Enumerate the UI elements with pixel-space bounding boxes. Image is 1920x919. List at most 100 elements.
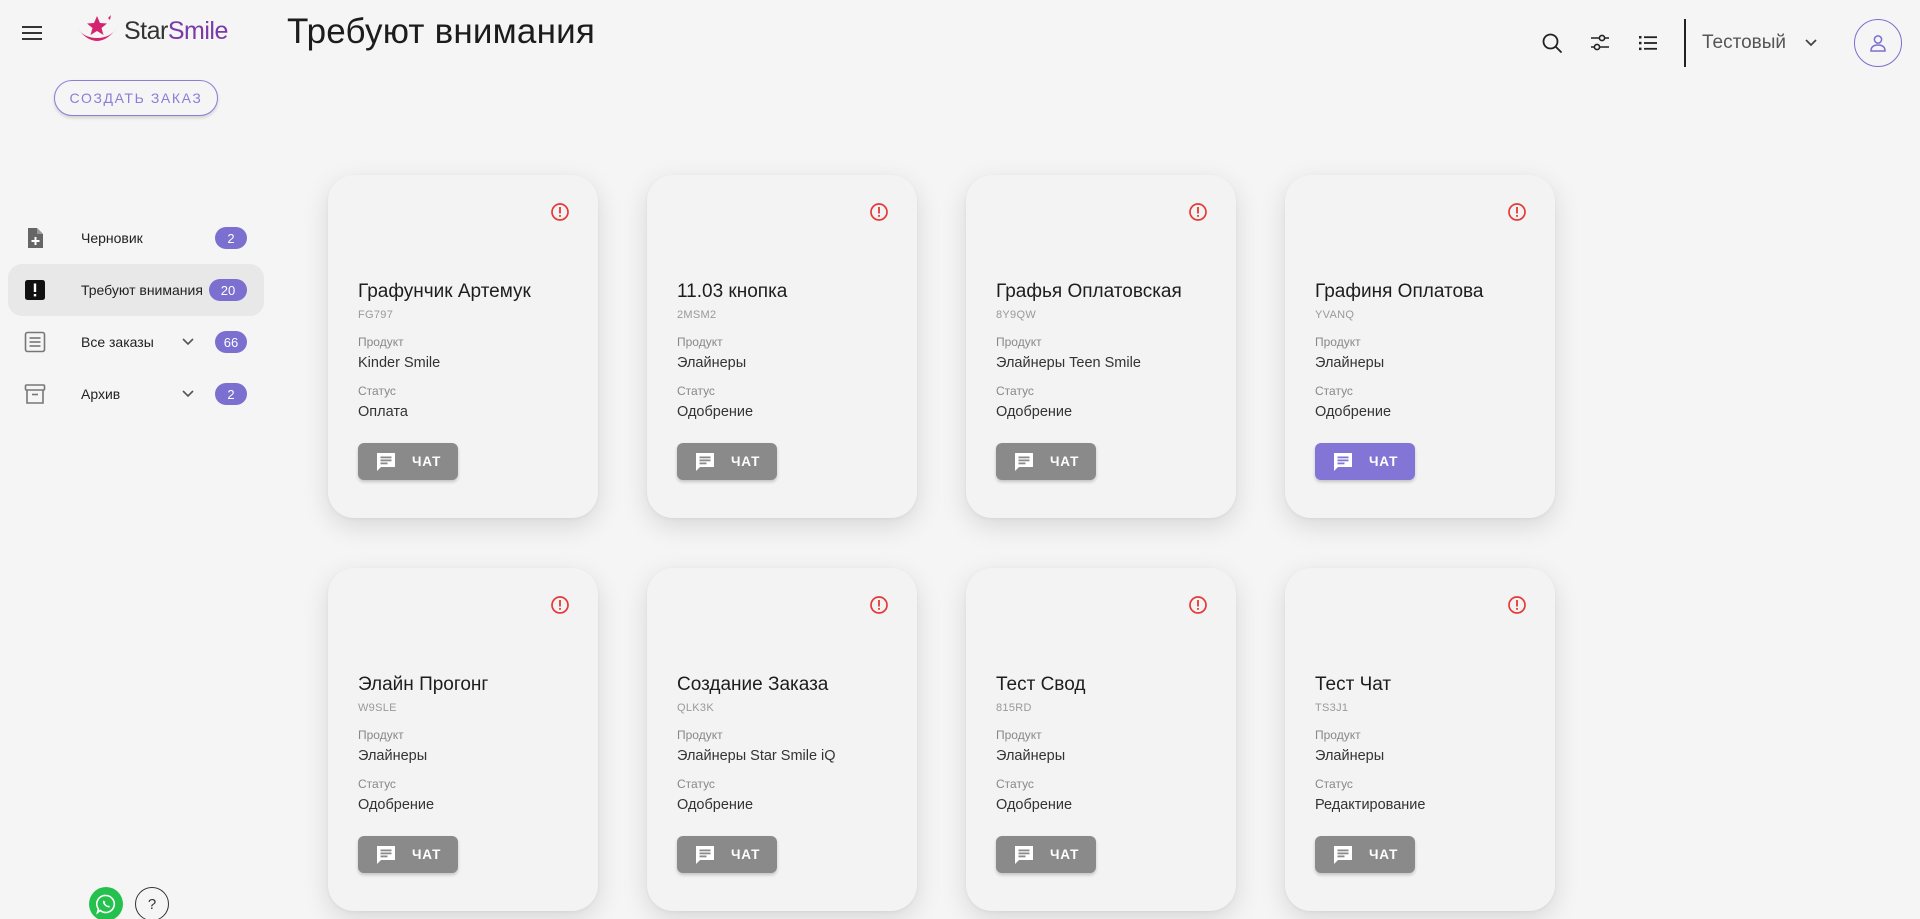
chat-message-icon <box>377 452 395 471</box>
list-document-icon <box>24 331 46 353</box>
user-icon <box>1870 35 1886 52</box>
sidebar-item-all-orders[interactable]: Все заказы 66 <box>8 316 264 368</box>
order-patient-name: Элайн Прогонг <box>358 674 489 695</box>
status-value: Одобрение <box>996 797 1073 813</box>
hamburger-menu-icon[interactable] <box>22 22 46 42</box>
chat-message-icon <box>1015 452 1033 471</box>
sidebar-nav: Черновик 2 Требуют внимания 20 Все заказ… <box>8 212 264 420</box>
order-code: TS3J1 <box>1315 702 1349 714</box>
chat-button-label: ЧАТ <box>731 847 761 862</box>
order-card[interactable]: Тест Чат TS3J1 Продукт Элайнеры Статус Р… <box>1285 568 1555 911</box>
chat-message-icon <box>696 845 714 864</box>
product-value: Kinder Smile <box>358 355 441 371</box>
sidebar-item-attention[interactable]: Требуют внимания 20 <box>8 264 264 316</box>
product-value: Элайнеры <box>996 748 1066 764</box>
chat-message-icon <box>1015 845 1033 864</box>
orders-grid: Графунчик Артемук FG797 Продукт Kinder S… <box>328 175 1555 911</box>
status-label: Статус <box>358 777 396 791</box>
alert-circle-icon <box>870 596 888 614</box>
app-root: StarSmile Требуют внимания Тестовый СОЗД… <box>0 0 1920 919</box>
help-button[interactable]: ? <box>135 887 169 919</box>
chat-button[interactable]: ЧАТ <box>996 443 1096 480</box>
order-card[interactable]: Создание Заказа QLK3K Продукт Элайнеры S… <box>647 568 917 911</box>
product-label: Продукт <box>1315 335 1361 349</box>
header-divider <box>1683 19 1686 67</box>
order-card[interactable]: Графиня Оплатова YVANQ Продукт Элайнеры … <box>1285 175 1555 518</box>
sidebar-item-label: Черновик <box>81 230 143 246</box>
status-label: Статус <box>677 777 715 791</box>
chat-button[interactable]: ЧАТ <box>358 443 458 480</box>
chat-button-label: ЧАТ <box>412 454 442 469</box>
chat-message-icon <box>1334 452 1352 471</box>
order-code: QLK3K <box>677 702 714 714</box>
user-avatar-button[interactable] <box>1854 19 1902 67</box>
chat-message-icon <box>1334 845 1352 864</box>
sidebar-item-label: Требуют внимания <box>81 282 203 298</box>
account-select[interactable]: Тестовый <box>1702 32 1818 54</box>
status-value: Одобрение <box>1315 404 1392 420</box>
chat-button-label: ЧАТ <box>1369 454 1399 469</box>
chat-button-label: ЧАТ <box>1050 847 1080 862</box>
chat-button-highlighted[interactable]: ЧАТ <box>1315 443 1415 480</box>
order-code: YVANQ <box>1315 309 1355 321</box>
order-card[interactable]: Элайн Прогонг W9SLE Продукт Элайнеры Ста… <box>328 568 598 911</box>
create-order-button[interactable]: СОЗДАТЬ ЗАКАЗ <box>54 80 218 116</box>
order-patient-name: 11.03 кнопка <box>677 281 788 302</box>
chat-button[interactable]: ЧАТ <box>677 836 777 873</box>
order-patient-name: Графунчик Артемук <box>358 281 531 302</box>
count-badge: 66 <box>215 331 247 353</box>
search-icon[interactable] <box>1538 29 1566 57</box>
status-label: Статус <box>1315 384 1353 398</box>
status-label: Статус <box>358 384 396 398</box>
order-card[interactable]: Графья Оплатовская 8Y9QW Продукт Элайнер… <box>966 175 1236 518</box>
product-value: Элайнеры Star Smile iQ <box>677 748 836 764</box>
list-view-icon[interactable] <box>1634 29 1662 57</box>
status-label: Статус <box>996 777 1034 791</box>
chat-button-label: ЧАТ <box>412 847 442 862</box>
product-label: Продукт <box>1315 728 1361 742</box>
order-patient-name: Графья Оплатовская <box>996 281 1182 302</box>
order-card[interactable]: 11.03 кнопка 2MSM2 Продукт Элайнеры Стат… <box>647 175 917 518</box>
alert-circle-icon <box>1189 596 1207 614</box>
sidebar-item-label: Все заказы <box>81 334 154 350</box>
starsmile-logo[interactable]: StarSmile <box>74 14 228 48</box>
product-label: Продукт <box>677 728 723 742</box>
whatsapp-icon[interactable] <box>89 887 123 919</box>
chevron-down-icon <box>1805 39 1817 47</box>
archive-box-icon <box>24 384 46 404</box>
chat-button[interactable]: ЧАТ <box>677 443 777 480</box>
chat-button[interactable]: ЧАТ <box>1315 836 1415 873</box>
product-value: Элайнеры <box>677 355 747 371</box>
order-patient-name: Графиня Оплатова <box>1315 281 1484 302</box>
chevron-down-icon[interactable] <box>180 386 196 402</box>
alert-circle-icon <box>551 203 569 221</box>
alert-circle-icon <box>1508 596 1526 614</box>
chat-message-icon <box>696 452 714 471</box>
product-label: Продукт <box>996 728 1042 742</box>
order-code: W9SLE <box>358 702 397 714</box>
sidebar-item-drafts[interactable]: Черновик 2 <box>8 212 264 264</box>
order-patient-name: Тест Свод <box>996 674 1086 695</box>
exclamation-box-icon <box>25 280 45 300</box>
chat-button-label: ЧАТ <box>731 454 761 469</box>
new-document-icon <box>28 228 43 248</box>
chevron-down-icon[interactable] <box>180 334 196 350</box>
filter-sliders-icon[interactable] <box>1586 29 1614 57</box>
order-card[interactable]: Тест Свод 815RD Продукт Элайнеры Статус … <box>966 568 1236 911</box>
alert-circle-icon <box>870 203 888 221</box>
product-label: Продукт <box>996 335 1042 349</box>
status-value: Одобрение <box>677 404 754 420</box>
sidebar-item-label: Архив <box>81 386 121 402</box>
sidebar-item-archive[interactable]: Архив 2 <box>8 368 264 420</box>
product-label: Продукт <box>677 335 723 349</box>
product-value: Элайнеры <box>1315 748 1385 764</box>
alert-circle-icon <box>551 596 569 614</box>
order-patient-name: Создание Заказа <box>677 674 829 695</box>
chat-button[interactable]: ЧАТ <box>996 836 1096 873</box>
order-card[interactable]: Графунчик Артемук FG797 Продукт Kinder S… <box>328 175 598 518</box>
product-value: Элайнеры <box>1315 355 1385 371</box>
chat-button[interactable]: ЧАТ <box>358 836 458 873</box>
count-badge: 2 <box>215 383 247 405</box>
order-code: FG797 <box>358 309 394 321</box>
status-value: Одобрение <box>677 797 754 813</box>
